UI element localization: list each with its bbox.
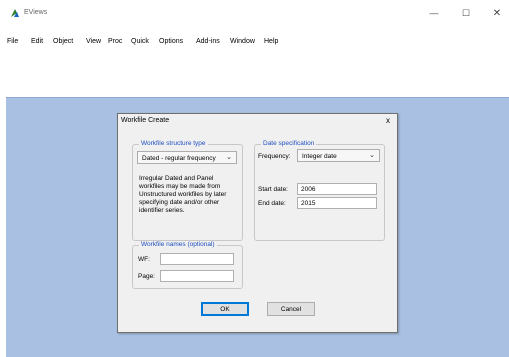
- workfile-names-group: Workfile names (optional) WF: Page:: [132, 241, 243, 289]
- menu-view[interactable]: View: [86, 38, 101, 45]
- wf-input[interactable]: [160, 253, 234, 265]
- frequency-label: Frequency:: [258, 153, 291, 160]
- start-date-label: Start date:: [258, 186, 288, 193]
- menu-options[interactable]: Options: [159, 38, 183, 45]
- end-date-label: End date:: [258, 200, 286, 207]
- menu-object[interactable]: Object: [53, 38, 73, 45]
- menu-edit[interactable]: Edit: [31, 38, 43, 45]
- menu-proc[interactable]: Proc: [108, 38, 122, 45]
- wf-label: WF:: [138, 256, 150, 263]
- structure-type-group: Workfile structure type Dated - regular …: [132, 140, 243, 241]
- maximize-button[interactable]: ☐: [458, 6, 474, 20]
- date-spec-label: Date specification: [261, 140, 317, 147]
- chevron-down-icon: ⌄: [226, 154, 232, 161]
- structure-type-select[interactable]: Dated - regular frequency ⌄: [137, 151, 237, 164]
- menu-bar: File Edit Object View Proc Quick Options…: [0, 37, 509, 50]
- workfile-names-label: Workfile names (optional): [139, 241, 217, 248]
- menu-window[interactable]: Window: [230, 38, 255, 45]
- workfile-create-dialog: Workfile Create x Workfile structure typ…: [117, 113, 398, 333]
- menu-add-ins[interactable]: Add-ins: [196, 38, 220, 45]
- frequency-value: Integer date: [302, 152, 337, 160]
- start-date-value: 2006: [301, 186, 316, 193]
- end-date-value: 2015: [301, 200, 316, 207]
- structure-type-value: Dated - regular frequency: [142, 154, 216, 162]
- page-input[interactable]: [160, 270, 234, 282]
- start-date-input[interactable]: 2006: [297, 183, 377, 195]
- frequency-select[interactable]: Integer date ⌄: [297, 149, 380, 162]
- ok-button[interactable]: OK: [201, 302, 249, 316]
- minimize-button[interactable]: —: [426, 6, 442, 20]
- date-spec-group: Date specification Frequency: Integer da…: [254, 140, 385, 241]
- dialog-title: Workfile Create: [121, 117, 170, 124]
- end-date-input[interactable]: 2015: [297, 197, 377, 209]
- cancel-button[interactable]: Cancel: [267, 302, 315, 316]
- close-window-button[interactable]: ✕: [489, 6, 505, 20]
- menu-quick[interactable]: Quick: [131, 38, 149, 45]
- title-bar: EViews — ☐ ✕: [0, 0, 509, 26]
- structure-note: Irregular Dated and Panel workfiles may …: [139, 175, 227, 214]
- structure-type-label: Workfile structure type: [139, 140, 208, 147]
- chevron-down-icon: ⌄: [369, 152, 375, 159]
- menu-help[interactable]: Help: [264, 38, 278, 45]
- page-label: Page:: [138, 273, 155, 280]
- menu-file[interactable]: File: [7, 38, 18, 45]
- eviews-logo-icon: [11, 9, 19, 17]
- app-title: EViews: [24, 9, 48, 16]
- dialog-close-button[interactable]: x: [386, 116, 390, 125]
